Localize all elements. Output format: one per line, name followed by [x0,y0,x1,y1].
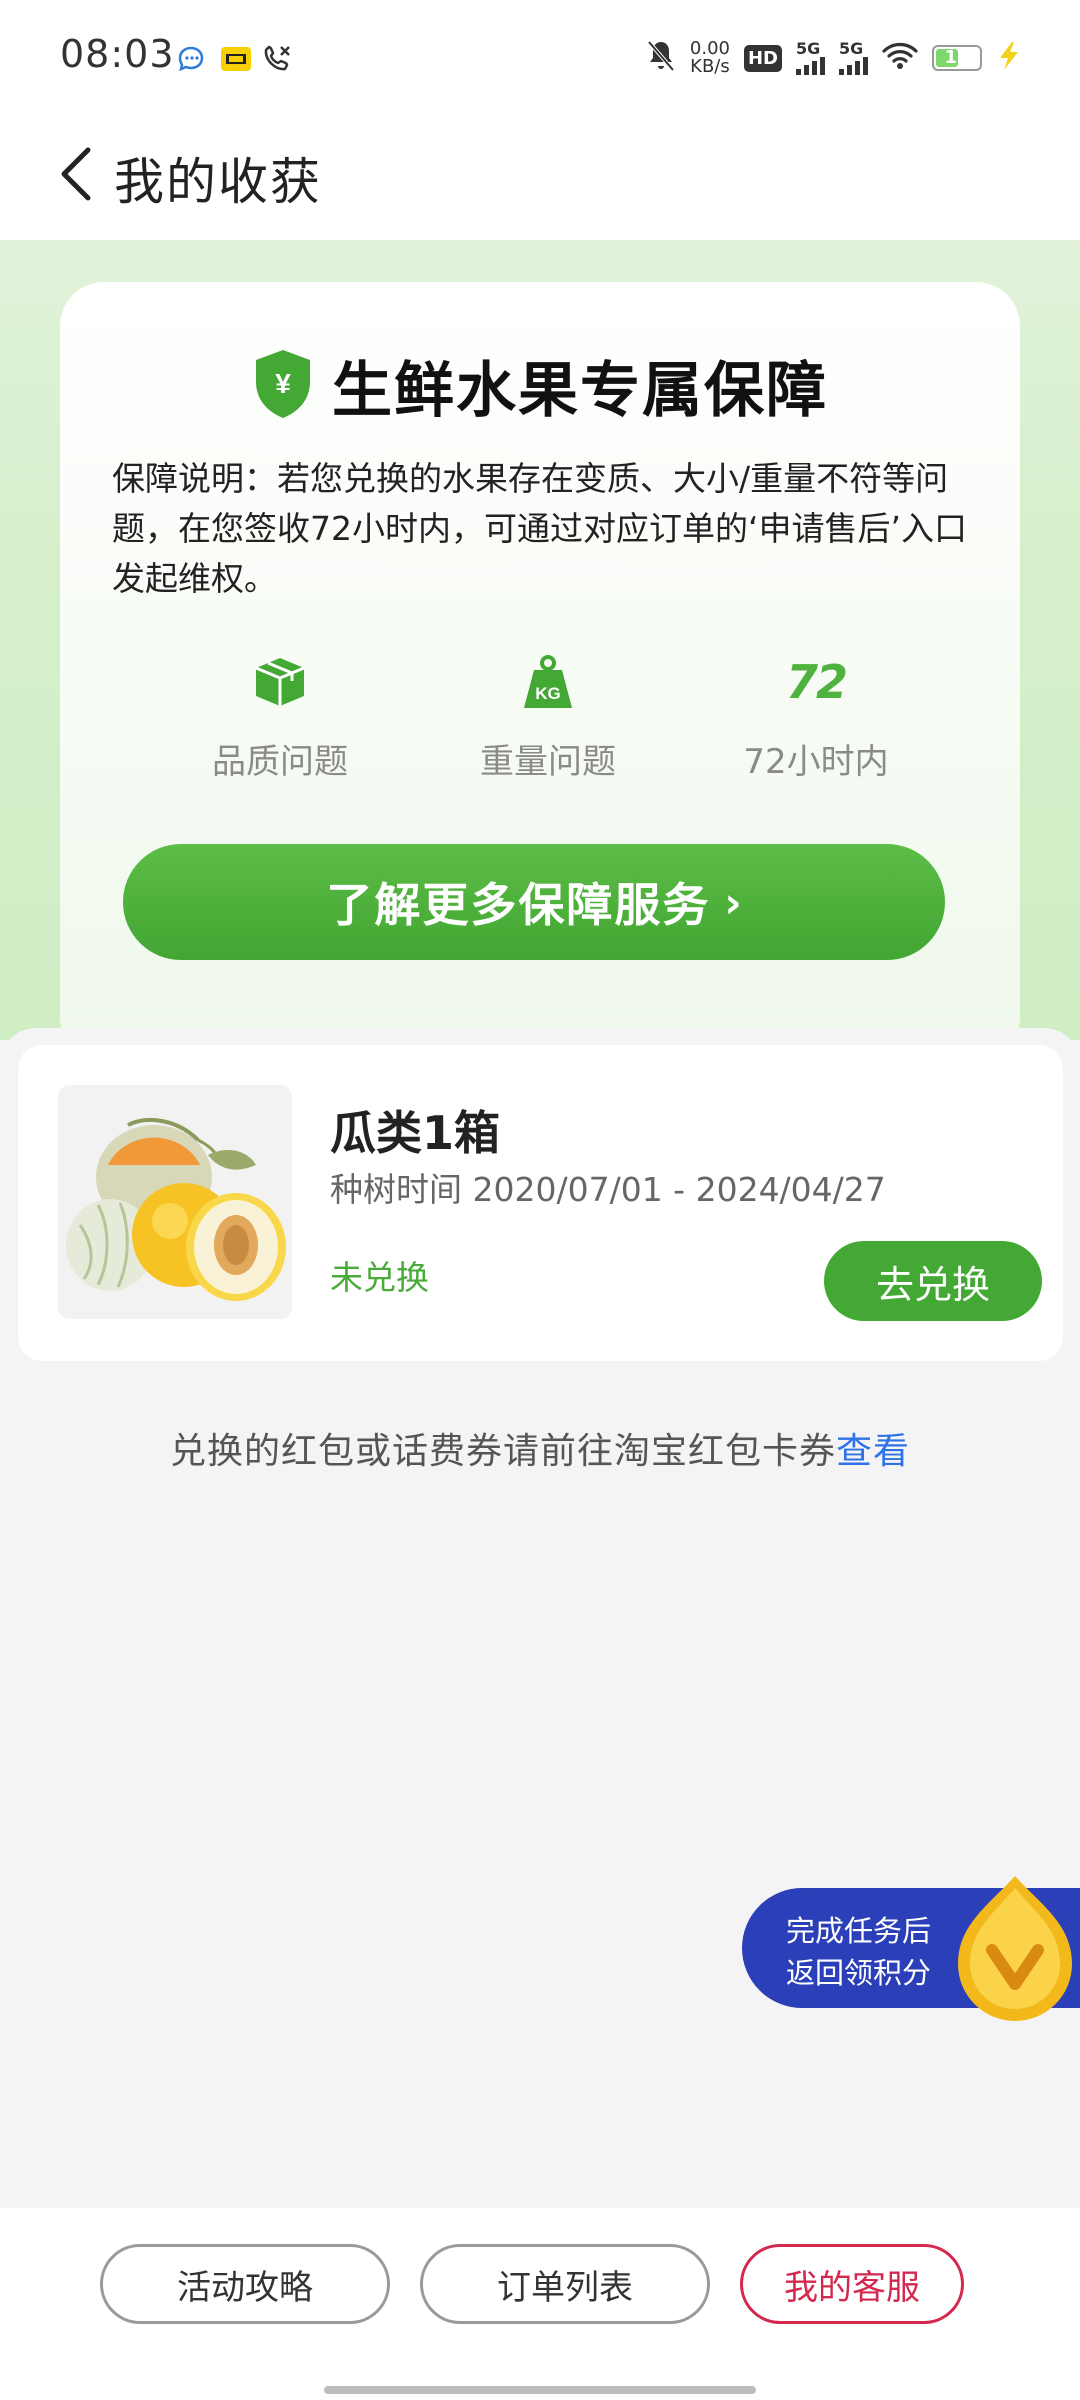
guarantee-title-row: ¥ 生鲜水果专属保障 [60,342,1020,429]
signal-sim2-icon: 5G [839,41,868,75]
home-indicator[interactable] [324,2386,756,2394]
activity-guide-button[interactable]: 活动攻略 [100,2244,390,2324]
back-button[interactable] [36,134,116,214]
chevron-right-icon: › [724,877,742,927]
message-bubble-icon [176,42,206,76]
kg-weight-icon: KG [520,652,576,712]
coupon-note: 兑换的红包或话费券请前往淘宝红包卡券查看 [0,1422,1080,1474]
prize-name: 瓜类1箱 [330,1106,501,1160]
guarantee-card: ¥ 生鲜水果专属保障 保障说明：若您兑换的水果存在变质、大小/重量不符等问题，在… [60,282,1020,1062]
redeem-status: 未兑换 [330,1258,429,1297]
view-coupons-link[interactable]: 查看 [836,1431,910,1472]
battery-icon: 19 [932,45,982,71]
learn-more-guarantee-button[interactable]: 了解更多保障服务 › [123,844,945,960]
shield-yen-icon: ¥ [252,348,314,424]
status-time: 08:03 [60,32,175,76]
prize-card: 瓜类1箱 种树时间 2020/07/01 - 2024/04/27 未兑换 去兑… [18,1045,1063,1361]
app-notification-icon [220,42,252,76]
gold-coin-v-icon[interactable] [950,1874,1080,2024]
status-right-group: 0.00 KB/s HD 5G 5G 19 [646,36,1020,80]
72-hours-icon: 72 [785,655,848,709]
order-list-button[interactable]: 订单列表 [420,2244,710,2324]
charging-bolt-icon [996,41,1020,75]
hd-voice-badge: HD [743,44,782,72]
feature-quality: 品质问题 [146,652,414,783]
redeem-button[interactable]: 去兑换 [824,1241,1042,1321]
bottom-action-bar: 活动攻略 订单列表 我的客服 [0,2208,1080,2400]
svg-text:KG: KG [535,684,561,703]
guarantee-features: 品质问题 KG 重量问题 72 72小时内 [60,652,1020,783]
guarantee-description: 保障说明：若您兑换的水果存在变质、大小/重量不符等问题，在您签收72小时内，可通… [112,459,967,598]
app-header: 我的收获 [0,112,1080,241]
svg-text:¥: ¥ [275,368,291,399]
melon-product-image [58,1085,292,1319]
box-icon [253,652,307,712]
coupon-note-text: 兑换的红包或话费券请前往淘宝红包卡券 [169,1431,836,1472]
missed-call-icon [262,42,294,76]
wifi-icon [882,42,918,74]
status-bar: 08:03 0.00 KB/s HD 5G 5G 19 [0,0,1080,112]
chevron-left-icon [61,147,91,201]
feature-weight: KG 重量问题 [414,652,682,783]
page-title: 我的收获 [114,153,322,211]
signal-sim1-icon: 5G [796,41,825,75]
plant-time: 种树时间 2020/07/01 - 2024/04/27 [330,1170,886,1209]
network-speed: 0.00 KB/s [689,38,730,77]
customer-service-button[interactable]: 我的客服 [740,2244,964,2324]
guarantee-title: 生鲜水果专属保障 [332,356,828,426]
feature-72-hours: 72 72小时内 [682,652,950,783]
mute-bell-icon [646,39,676,77]
